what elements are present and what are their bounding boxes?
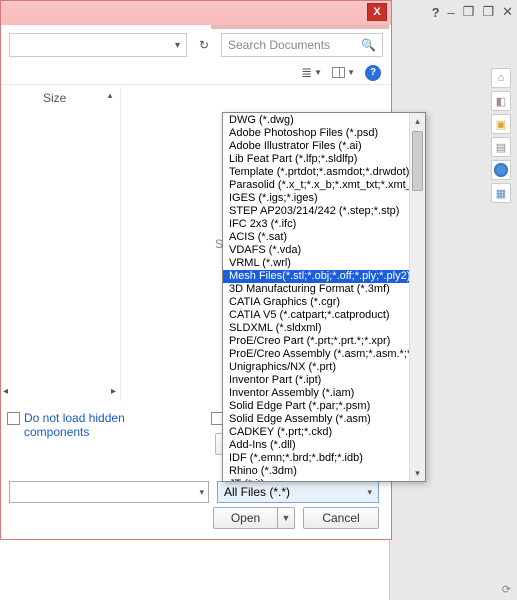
search-icon: 🔍 xyxy=(361,38,376,52)
dialog-help-button[interactable]: ? xyxy=(365,65,381,81)
refresh-button[interactable]: ↻ xyxy=(193,34,215,56)
dropdown-scrollbar[interactable]: ▴ ▾ xyxy=(409,113,425,481)
filetype-option[interactable]: Unigraphics/NX (*.prt) xyxy=(223,361,409,374)
filetype-option[interactable]: Add-Ins (*.dll) xyxy=(223,439,409,452)
checkbox-icon[interactable] xyxy=(7,412,20,425)
dialog-button-row: Open ▼ Cancel xyxy=(213,507,379,529)
filetype-option[interactable]: 3D Manufacturing Format (*.3mf) xyxy=(223,283,409,296)
folder-icon[interactable]: ▣ xyxy=(491,114,511,134)
filename-combo[interactable]: ▾ xyxy=(9,481,209,503)
chevron-up-icon[interactable]: ▴ xyxy=(104,89,116,101)
filetype-option[interactable]: ProE/Creo Assembly (*.asm;*.asm.*;*.xas) xyxy=(223,348,409,361)
filetype-option[interactable]: VRML (*.wrl) xyxy=(223,257,409,270)
filetype-option[interactable]: Rhino (*.3dm) xyxy=(223,465,409,478)
app-close-button[interactable]: ✕ xyxy=(502,4,513,20)
minimize-button[interactable]: – xyxy=(448,5,455,20)
checkbox-no-load-hidden[interactable]: Do not load hidden components xyxy=(7,411,134,439)
cancel-button[interactable]: Cancel xyxy=(303,507,379,529)
open-button[interactable]: Open xyxy=(213,507,277,529)
checkbox-no-load-label: Do not load hidden components xyxy=(24,411,134,439)
filetype-option[interactable]: Parasolid (*.x_t;*.x_b;*.xmt_txt;*.xmt_b… xyxy=(223,179,409,192)
cube-icon[interactable]: ◧ xyxy=(491,91,511,111)
filetype-option[interactable]: CADKEY (*.prt;*.ckd) xyxy=(223,426,409,439)
list-icon[interactable]: ▦ xyxy=(491,183,511,203)
filetype-option[interactable]: SLDXML (*.sldxml) xyxy=(223,322,409,335)
chevron-down-icon[interactable]: ▾ xyxy=(367,487,372,498)
view-toolbar: ≣▼ ▼ ? xyxy=(1,61,391,85)
scroll-down-icon[interactable]: ▾ xyxy=(410,465,425,481)
dialog-close-button[interactable]: X xyxy=(367,3,387,21)
filetype-option[interactable]: VDAFS (*.vda) xyxy=(223,244,409,257)
search-placeholder: Search Documents xyxy=(228,38,330,52)
filetype-option[interactable]: ProE/Creo Part (*.prt;*.prt.*;*.xpr) xyxy=(223,335,409,348)
help-icon[interactable]: ? xyxy=(432,5,440,20)
filetype-option[interactable]: Solid Edge Part (*.par;*.psm) xyxy=(223,400,409,413)
filetype-option[interactable]: Template (*.prtdot;*.asmdot;*.drwdot) xyxy=(223,166,409,179)
restore-button[interactable]: ❐ xyxy=(463,4,475,20)
filename-row: ▾ All Files (*.*) ▾ xyxy=(9,481,379,503)
filetype-option[interactable]: CATIA Graphics (*.cgr) xyxy=(223,296,409,309)
open-dropdown-button[interactable]: ▼ xyxy=(277,507,295,529)
filetype-combo[interactable]: All Files (*.*) ▾ xyxy=(217,481,379,503)
app-footer-icon[interactable]: ⟳ xyxy=(502,583,511,596)
filetype-option[interactable]: DWG (*.dwg) xyxy=(223,114,409,127)
restore2-button[interactable]: ❐ xyxy=(482,4,494,20)
doc-icon[interactable]: ▤ xyxy=(491,137,511,157)
filetype-dropdown-list[interactable]: DWG (*.dwg)Adobe Photoshop Files (*.psd)… xyxy=(222,112,426,482)
filetype-option[interactable]: IFC 2x3 (*.ifc) xyxy=(223,218,409,231)
chevron-down-icon[interactable]: ▾ xyxy=(175,40,180,51)
filetype-option[interactable]: ACIS (*.sat) xyxy=(223,231,409,244)
open-split-button[interactable]: Open ▼ xyxy=(213,507,295,529)
right-toolbar: ⌂ ◧ ▣ ▤ ▦ xyxy=(491,68,513,203)
filetype-option[interactable]: Inventor Assembly (*.iam) xyxy=(223,387,409,400)
search-input[interactable]: Search Documents 🔍 xyxy=(221,33,383,57)
filetype-option[interactable]: Solid Edge Assembly (*.asm) xyxy=(223,413,409,426)
scroll-thumb[interactable] xyxy=(412,131,423,191)
globe-icon[interactable] xyxy=(491,160,511,180)
chevron-down-icon[interactable]: ▾ xyxy=(199,487,204,498)
filetype-option[interactable]: STEP AP203/214/242 (*.step;*.stp) xyxy=(223,205,409,218)
app-titlebar: ? – ❐ ❐ ✕ xyxy=(389,0,517,24)
hscroll-right-icon[interactable]: ▸ xyxy=(111,386,116,397)
column-header-size[interactable]: Size xyxy=(43,91,66,105)
filetype-option[interactable]: CATIA V5 (*.catpart;*.catproduct) xyxy=(223,309,409,322)
address-row: ▾ ↻ Search Documents 🔍 xyxy=(1,29,391,61)
filetype-option[interactable]: Adobe Photoshop Files (*.psd) xyxy=(223,127,409,140)
preview-pane-button[interactable]: ▼ xyxy=(332,67,355,78)
filetype-option[interactable]: Lib Feat Part (*.lfp;*.sldlfp) xyxy=(223,153,409,166)
filetype-option[interactable]: IGES (*.igs;*.iges) xyxy=(223,192,409,205)
filetype-option[interactable]: IDF (*.emn;*.brd;*.bdf;*.idb) xyxy=(223,452,409,465)
scroll-up-icon[interactable]: ▴ xyxy=(410,113,425,129)
home-icon[interactable]: ⌂ xyxy=(491,68,511,88)
filetype-option[interactable]: Mesh Files(*.stl;*.obj;*.off;*.ply;*.ply… xyxy=(223,270,409,283)
filetype-option[interactable]: JT (*.jt) xyxy=(223,478,409,481)
filetype-option[interactable]: Inventor Part (*.ipt) xyxy=(223,374,409,387)
file-list-pane[interactable]: Size ▴ ◂ ▸ xyxy=(1,87,121,401)
breadcrumb[interactable]: ▾ xyxy=(9,33,187,57)
view-list-button[interactable]: ≣▼ xyxy=(301,65,322,81)
chevron-down-icon: ▼ xyxy=(282,513,291,523)
filetype-combo-value: All Files (*.*) xyxy=(224,485,290,499)
filetype-option[interactable]: Adobe Illustrator Files (*.ai) xyxy=(223,140,409,153)
hscroll-left-icon[interactable]: ◂ xyxy=(3,386,8,397)
dialog-titlebar: X xyxy=(1,1,391,25)
